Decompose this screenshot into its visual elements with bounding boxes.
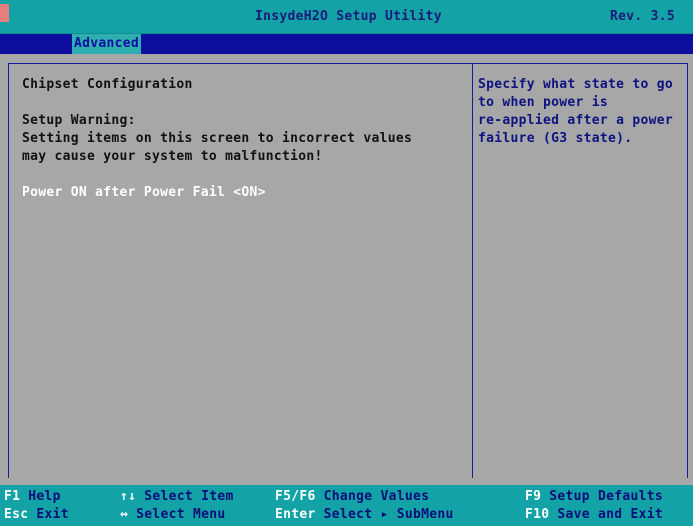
f1-desc: Help <box>28 489 61 504</box>
f10-desc: Save and Exit <box>557 507 664 522</box>
left-right-arrow-icon: ↔ <box>120 507 129 522</box>
legend-f10-save: F10 Save and Exit <box>525 506 663 524</box>
esc-desc: Exit <box>36 507 69 522</box>
warning-heading: Setup Warning: <box>22 113 136 128</box>
warning-line-1: Setting items on this screen to incorrec… <box>22 131 413 146</box>
enter-desc: Select ▸ SubMenu <box>323 507 454 522</box>
change-values-desc: Change Values <box>323 489 430 504</box>
select-menu-desc: Select Menu <box>136 507 226 522</box>
page-title: Chipset Configuration <box>22 77 193 92</box>
legend-select-item: ↑↓ Select Item <box>120 488 234 506</box>
f9-key: F9 <box>525 489 542 504</box>
legend-change-values: F5/F6 Change Values <box>275 488 429 506</box>
title-accent-marker <box>0 4 9 22</box>
tab-advanced[interactable]: Advanced <box>72 34 142 54</box>
help-line-2: to when power is <box>478 95 609 110</box>
f5-f6-key: F5/F6 <box>275 489 316 504</box>
help-line-1: Specify what state to go <box>478 77 674 92</box>
help-pane: Specify what state to go to when power i… <box>478 76 684 148</box>
legend-f1-help: F1 Help <box>4 488 61 506</box>
f9-desc: Setup Defaults <box>549 489 664 504</box>
warning-line-2: may cause your system to malfunction! <box>22 149 323 164</box>
esc-key: Esc <box>4 507 29 522</box>
f10-key: F10 <box>525 507 550 522</box>
settings-pane: Chipset Configuration Setup Warning: Set… <box>22 76 462 202</box>
select-item-desc: Select Item <box>144 489 234 504</box>
title-bar: InsydeH2O Setup Utility Rev. 3.5 <box>0 0 693 34</box>
help-line-4: failure (G3 state). <box>478 131 633 146</box>
enter-key: Enter <box>275 507 316 522</box>
help-line-3: re-applied after a power <box>478 113 674 128</box>
power-on-after-power-fail-item[interactable]: Power ON after Power Fail <ON> <box>22 184 462 202</box>
legend-select-menu: ↔ Select Menu <box>120 506 226 524</box>
key-legend-bar: F1 Help Esc Exit ↑↓ Select Item ↔ Select Men… <box>0 485 693 526</box>
up-down-arrow-icon: ↑↓ <box>120 489 137 504</box>
menu-bar: Advanced <box>0 34 693 54</box>
legend-enter-submenu: Enter Select ▸ SubMenu <box>275 506 454 524</box>
legend-esc-exit: Esc Exit <box>4 506 69 524</box>
app-title: InsydeH2O Setup Utility <box>255 9 442 24</box>
revision-label: Rev. 3.5 <box>609 9 675 24</box>
pane-divider <box>472 63 473 478</box>
legend-f9-defaults: F9 Setup Defaults <box>525 488 663 506</box>
f1-key: F1 <box>4 489 21 504</box>
